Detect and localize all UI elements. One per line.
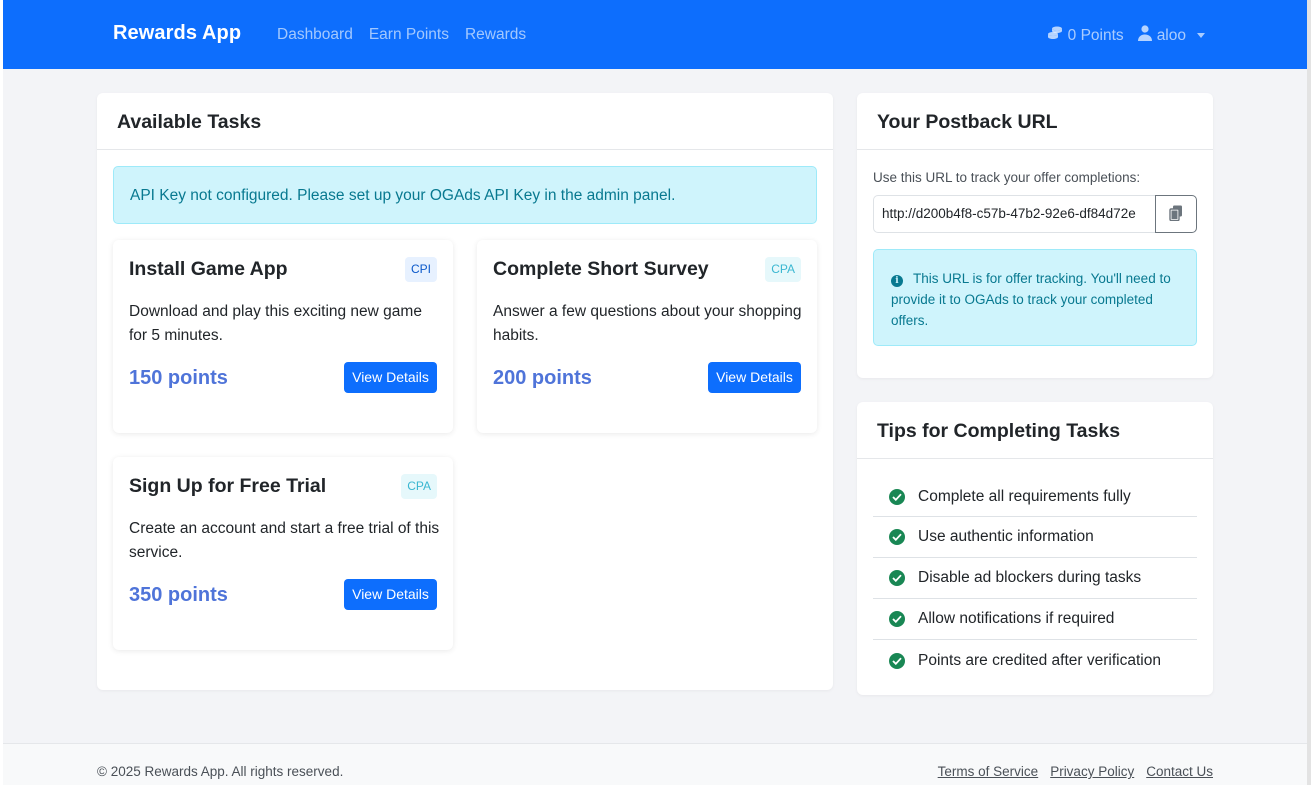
points-display[interactable]: 0 Points xyxy=(1047,25,1124,46)
copy-icon xyxy=(1169,205,1183,224)
nav-link-rewards[interactable]: Rewards xyxy=(465,26,526,44)
terms-of-service-link[interactable]: Terms of Service xyxy=(938,764,1039,779)
postback-info-text: This URL is for offer tracking. You'll n… xyxy=(891,271,1171,328)
check-circle-icon xyxy=(889,529,905,545)
postback-url-title: Your Postback URL xyxy=(857,93,1213,150)
list-item: Allow notifications if required xyxy=(873,599,1197,640)
check-circle-icon xyxy=(889,570,905,586)
tip-text: Points are credited after verification xyxy=(918,651,1161,669)
tips-card: Tips for Completing Tasks Complete all r… xyxy=(857,402,1213,695)
tip-text: Complete all requirements fully xyxy=(918,487,1131,505)
nav-link-dashboard[interactable]: Dashboard xyxy=(277,26,353,44)
check-circle-icon xyxy=(889,652,905,669)
task-description: Answer a few questions about your shoppi… xyxy=(493,303,802,344)
copyright-text: © 2025 Rewards App. All rights reserved. xyxy=(97,764,344,779)
info-circle-icon: i xyxy=(891,275,903,287)
check-circle-icon xyxy=(889,488,905,505)
coins-icon xyxy=(1047,25,1063,46)
tip-text: Use authentic information xyxy=(918,528,1094,545)
privacy-policy-link[interactable]: Privacy Policy xyxy=(1050,764,1134,779)
nav-links: Dashboard Earn Points Rewards xyxy=(277,26,526,44)
view-details-button[interactable]: View Details xyxy=(344,579,437,610)
user-icon xyxy=(1137,25,1152,46)
list-item: Complete all requirements fully xyxy=(873,477,1197,517)
nav-right: 0 Points aloo xyxy=(1047,25,1205,46)
postback-url-label: Use this URL to track your offer complet… xyxy=(873,170,1141,185)
task-type-badge: CPA xyxy=(765,257,801,282)
task-type-badge: CPA xyxy=(401,474,437,499)
check-circle-icon xyxy=(889,611,905,627)
postback-url-card: Your Postback URL Use this URL to track … xyxy=(857,93,1213,378)
navbar: Rewards App Dashboard Earn Points Reward… xyxy=(3,0,1307,69)
api-key-alert: API Key not configured. Please set up yo… xyxy=(113,166,817,224)
tips-title: Tips for Completing Tasks xyxy=(857,402,1213,459)
scrollbar-track[interactable] xyxy=(1307,0,1311,785)
postback-info-alert: i This URL is for offer tracking. You'll … xyxy=(873,249,1197,346)
view-details-button[interactable]: View Details xyxy=(708,362,801,393)
window-edge-left xyxy=(0,0,3,785)
task-points: 150 points xyxy=(129,367,228,389)
available-tasks-title: Available Tasks xyxy=(97,93,833,150)
user-name: aloo xyxy=(1156,26,1186,44)
list-item: Use authentic information xyxy=(873,517,1197,558)
list-item: Disable ad blockers during tasks xyxy=(873,558,1197,599)
task-title: Complete Short Survey xyxy=(493,258,709,280)
available-tasks-card: Available Tasks API Key not configured. … xyxy=(97,93,833,690)
task-description: Download and play this exciting new game… xyxy=(129,303,422,344)
task-points: 350 points xyxy=(129,584,228,606)
points-label: 0 Points xyxy=(1067,26,1124,44)
footer: © 2025 Rewards App. All rights reserved.… xyxy=(3,743,1307,785)
task-points: 200 points xyxy=(493,367,592,389)
scrollbar[interactable] xyxy=(1307,0,1311,785)
task-description: Create an account and start a free trial… xyxy=(129,520,440,561)
list-item: Points are credited after verification xyxy=(873,640,1197,681)
tips-list: Complete all requirements fully Use auth… xyxy=(873,477,1197,681)
contact-us-link[interactable]: Contact Us xyxy=(1146,764,1213,779)
postback-url-group: http://d200b4f8-c57b-47b2-92e6-df84d72e xyxy=(873,195,1197,233)
tip-text: Allow notifications if required xyxy=(918,610,1115,627)
task-card: Install Game App CPI Download and play t… xyxy=(113,240,453,433)
task-title: Install Game App xyxy=(129,258,288,280)
tip-text: Disable ad blockers during tasks xyxy=(918,569,1142,586)
postback-url-input[interactable]: http://d200b4f8-c57b-47b2-92e6-df84d72e xyxy=(873,195,1155,233)
copy-url-button[interactable] xyxy=(1155,195,1197,233)
task-card: Complete Short Survey CPA Answer a few q… xyxy=(477,240,817,433)
task-title: Sign Up for Free Trial xyxy=(129,475,327,497)
footer-links: Terms of Service Privacy Policy Contact … xyxy=(938,764,1213,779)
task-type-badge: CPI xyxy=(404,257,437,282)
chevron-down-icon xyxy=(1197,33,1205,38)
brand-logo[interactable]: Rewards App xyxy=(113,22,241,45)
nav-link-earn-points[interactable]: Earn Points xyxy=(369,26,449,44)
user-dropdown[interactable]: aloo xyxy=(1137,25,1205,46)
task-card: Sign Up for Free Trial CPA Create an acc… xyxy=(113,457,453,650)
view-details-button[interactable]: View Details xyxy=(344,362,437,393)
